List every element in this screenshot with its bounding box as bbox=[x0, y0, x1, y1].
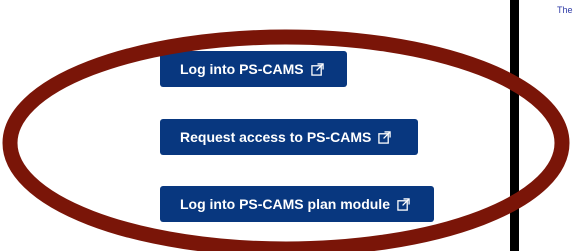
request-access-label: Request access to PS-CAMS bbox=[180, 129, 372, 145]
side-panel-text: The bbox=[557, 5, 573, 15]
request-access-button[interactable]: Request access to PS-CAMS bbox=[160, 119, 418, 155]
login-ps-cams-label: Log into PS-CAMS bbox=[180, 61, 304, 77]
external-link-icon bbox=[378, 130, 392, 144]
login-ps-cams-button[interactable]: Log into PS-CAMS bbox=[160, 51, 347, 87]
plan-module-label: Log into PS-CAMS plan module bbox=[180, 196, 390, 212]
page: Log into PS-CAMS Request access to PS-CA… bbox=[0, 0, 581, 251]
vertical-divider bbox=[510, 0, 519, 251]
external-link-icon bbox=[397, 197, 410, 211]
plan-module-button[interactable]: Log into PS-CAMS plan module bbox=[160, 186, 434, 222]
external-link-icon bbox=[310, 62, 324, 76]
